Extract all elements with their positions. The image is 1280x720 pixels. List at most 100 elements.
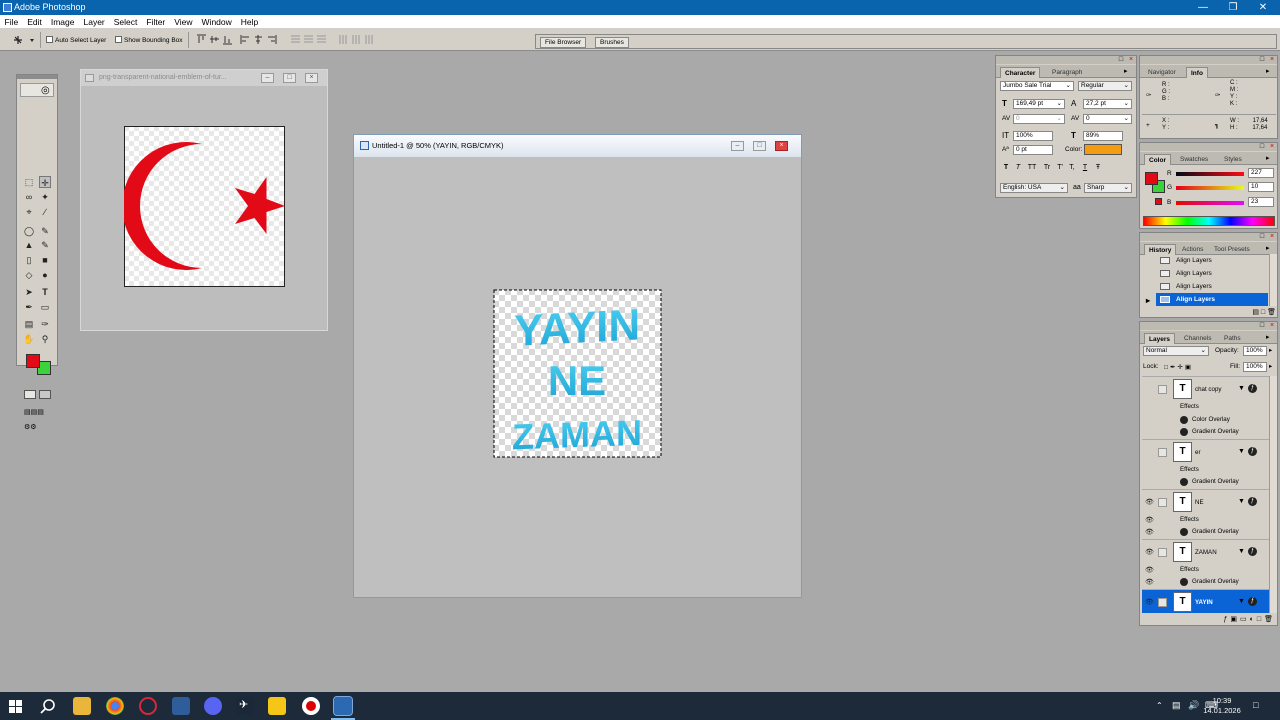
antialias-select[interactable]: Sharp ⌄	[1084, 183, 1132, 193]
tab-info[interactable]: Info	[1186, 67, 1208, 78]
new-set-icon[interactable]: ▭	[1240, 616, 1250, 623]
layer-link-box[interactable]	[1158, 547, 1167, 557]
layer-row[interactable]: 👁 T NE ▼ ƒ	[1142, 488, 1270, 514]
magic-wand-tool-icon[interactable]: ✦	[39, 191, 51, 203]
notes-tool-icon[interactable]: ▤	[23, 318, 35, 330]
dodge-tool-icon[interactable]: ●	[39, 269, 51, 281]
visibility-eye-icon[interactable]: 👁	[1145, 478, 1154, 486]
layer-effects-row[interactable]: 👁 Effects	[1142, 564, 1270, 577]
tab-channels[interactable]: Channels	[1180, 333, 1215, 344]
align-top-icon[interactable]	[196, 34, 207, 45]
emblem-minimize-button[interactable]: –	[261, 73, 274, 83]
pen-tool-icon[interactable]: ✒	[23, 301, 35, 313]
visibility-eye-icon[interactable]: 👁	[1145, 578, 1154, 586]
crop-tool-icon[interactable]: ⌖	[23, 206, 35, 218]
faux-italic-button[interactable]: T	[1012, 164, 1024, 171]
distribute-vcenter-icon[interactable]	[303, 34, 314, 45]
lock-all-icon[interactable]: ▣	[1185, 364, 1193, 371]
font-style-select[interactable]: Regular ⌄	[1078, 81, 1132, 91]
show-bounding-box-checkbox[interactable]: Show Bounding Box	[115, 35, 183, 44]
healing-brush-icon[interactable]: ◯	[23, 225, 35, 237]
adjustment-layer-icon[interactable]: ◐	[1250, 616, 1257, 623]
adobe-online-button[interactable]: ◎	[20, 83, 54, 97]
layers-panel-grip[interactable]	[1140, 322, 1277, 330]
delete-layer-icon[interactable]: 🗑	[1264, 616, 1276, 623]
panel-menu-icon[interactable]: ▸	[1124, 67, 1128, 75]
panel-minimize-icon[interactable]: □	[1117, 56, 1125, 64]
main-close-button[interactable]: ×	[775, 141, 788, 151]
move-tool-button[interactable]: ✛	[39, 176, 51, 188]
emblem-close-button[interactable]: ×	[305, 73, 318, 83]
panel-minimize-icon[interactable]: □	[1258, 233, 1266, 241]
visibility-eye-icon[interactable]: 👁	[1145, 598, 1154, 606]
discord-icon[interactable]	[204, 697, 222, 715]
channel-b-field[interactable]: 23	[1248, 197, 1274, 207]
type-tool-icon[interactable]: T	[39, 286, 51, 298]
visibility-eye-icon[interactable]: 👁	[1145, 403, 1154, 411]
lasso-tool-icon[interactable]: ∞	[23, 191, 35, 203]
layer-effect-row[interactable]: 👁 Gradient Overlay	[1142, 576, 1270, 589]
distribute-bottom-icon[interactable]	[316, 34, 327, 45]
panel-menu-icon[interactable]: ▸	[1266, 67, 1270, 75]
restore-icon[interactable]: ❐	[1218, 0, 1248, 15]
panel-minimize-icon[interactable]: □	[1258, 322, 1266, 330]
layer-effects-toggle-icon[interactable]: ▼	[1238, 548, 1245, 555]
superscript-button[interactable]: T'	[1054, 164, 1066, 171]
color-ramp[interactable]	[1143, 216, 1275, 226]
layer-row[interactable]: 👁 Tchat copy ▼ ƒ	[1142, 376, 1270, 401]
panel-minimize-icon[interactable]: □	[1258, 143, 1266, 151]
tab-swatches[interactable]: Swatches	[1176, 154, 1212, 165]
baseline-shift-field[interactable]: 0 pt	[1013, 145, 1053, 155]
trash-icon[interactable]: 🗑	[1267, 309, 1276, 316]
visibility-eye-icon[interactable]: 👁	[1145, 548, 1154, 556]
shape-tool-icon[interactable]: ▭	[39, 301, 51, 313]
tab-layers[interactable]: Layers	[1144, 333, 1175, 344]
align-right-icon[interactable]	[266, 34, 277, 45]
character-panel-grip[interactable]	[996, 56, 1136, 64]
blur-tool-icon[interactable]: ◇	[23, 269, 35, 281]
move-tool-icon[interactable]	[12, 34, 36, 46]
layer-row[interactable]: 👁 T YAYIN ▼ ƒ	[1142, 588, 1270, 613]
panel-menu-icon[interactable]: ▸	[1266, 244, 1270, 252]
layer-effects-toggle-icon[interactable]: ▼	[1238, 498, 1245, 505]
minimize-icon[interactable]: —	[1188, 0, 1218, 15]
align-left-icon[interactable]	[240, 34, 251, 45]
visibility-eye-icon[interactable]: 👁	[1145, 566, 1154, 574]
distribute-top-icon[interactable]	[290, 34, 301, 45]
panel-menu-icon[interactable]: ▸	[1266, 333, 1270, 341]
menu-window[interactable]: Window	[197, 15, 236, 29]
toolbox-grip[interactable]	[17, 75, 57, 79]
layer-effects-row[interactable]: 👁 Effects	[1142, 401, 1270, 414]
palette-well-tab-brushes[interactable]: Brushes	[595, 37, 629, 48]
blend-mode-select[interactable]: Normal ⌄	[1143, 346, 1209, 356]
channel-r-slider[interactable]	[1176, 172, 1244, 176]
channel-g-field[interactable]: 10	[1248, 182, 1274, 192]
panel-close-icon[interactable]: ×	[1268, 322, 1276, 330]
layer-effects-toggle-icon[interactable]: ▼	[1238, 448, 1245, 455]
path-selection-icon[interactable]: ➤	[23, 286, 35, 298]
emblem-maximize-button[interactable]: □	[283, 73, 296, 83]
panel-close-icon[interactable]: ×	[1127, 56, 1135, 64]
align-hcenter-icon[interactable]	[253, 34, 264, 45]
leading-field[interactable]: 27,2 pt ⌄	[1083, 99, 1132, 109]
tab-styles[interactable]: Styles	[1220, 154, 1246, 165]
faux-bold-button[interactable]: T	[1000, 164, 1012, 171]
panel-minimize-icon[interactable]: □	[1258, 56, 1266, 64]
subscript-button[interactable]: T,	[1066, 164, 1078, 171]
notification-icon[interactable]: □	[1253, 700, 1258, 710]
history-panel-grip[interactable]	[1140, 233, 1277, 241]
font-family-select[interactable]: Jumbo Sale Trial ⌄	[1000, 81, 1074, 91]
menu-select[interactable]: Select	[109, 15, 142, 29]
strikethrough-button[interactable]: Ŧ	[1092, 164, 1104, 171]
new-document-icon[interactable]: □	[1261, 309, 1265, 316]
visibility-eye-icon[interactable]: 👁	[1145, 498, 1154, 506]
tab-paragraph[interactable]: Paragraph	[1048, 67, 1086, 78]
photoshop-taskbar-icon[interactable]	[333, 696, 353, 716]
marquee-tool-icon[interactable]: ⬚	[23, 176, 35, 188]
channel-r-field[interactable]: 227	[1248, 168, 1274, 178]
distribute-right-icon[interactable]	[364, 34, 375, 45]
close-icon[interactable]: ✕	[1248, 0, 1278, 15]
history-item-current[interactable]: ▸ Align Layers	[1146, 293, 1268, 306]
color-panel-grip[interactable]	[1140, 143, 1277, 151]
auto-select-layer-checkbox[interactable]: Auto Select Layer	[46, 35, 106, 44]
